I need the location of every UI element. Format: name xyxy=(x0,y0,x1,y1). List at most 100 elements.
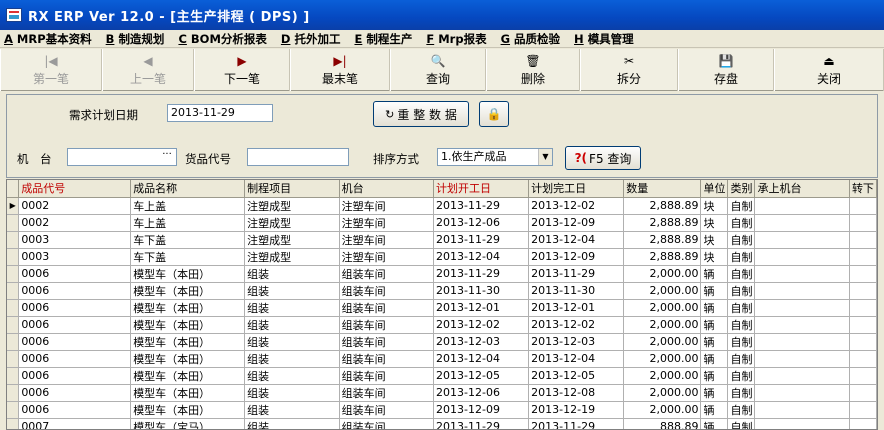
menu-item-mrp-report[interactable]: F Mrp报表 xyxy=(426,31,486,47)
table-cell[interactable]: 0006 xyxy=(18,350,132,368)
table-cell[interactable]: 注塑车间 xyxy=(339,248,435,266)
table-cell[interactable] xyxy=(754,231,850,249)
table-cell[interactable]: 2,000.00 xyxy=(623,384,702,402)
table-cell[interactable]: 2,000.00 xyxy=(623,299,702,317)
table-cell[interactable]: 自制 xyxy=(727,265,756,283)
table-row[interactable]: 0006 模型车（本田） 组装 组装车间 2013-12-01 2013-12-01 2,0… xyxy=(7,299,877,317)
table-cell[interactable]: 组装 xyxy=(244,282,340,300)
table-cell[interactable] xyxy=(849,316,877,334)
table-cell[interactable]: 辆 xyxy=(700,299,729,317)
table-cell[interactable]: 自制 xyxy=(727,299,756,317)
table-cell[interactable] xyxy=(754,248,850,266)
table-cell[interactable]: 辆 xyxy=(700,401,729,419)
table-cell[interactable] xyxy=(754,384,850,402)
chevron-down-icon[interactable]: ▼ xyxy=(538,149,552,165)
table-cell[interactable] xyxy=(754,197,850,215)
table-cell[interactable]: 0006 xyxy=(18,316,132,334)
table-cell[interactable]: 2013-12-02 xyxy=(528,197,625,215)
table-cell[interactable] xyxy=(754,367,850,385)
table-cell[interactable]: 块 xyxy=(700,197,729,215)
table-cell[interactable]: 0006 xyxy=(18,299,132,317)
table-row[interactable]: 0006 模型车（本田） 组装 组装车间 2013-12-09 2013-12-19 2,0… xyxy=(7,401,877,419)
table-cell[interactable] xyxy=(754,401,850,419)
menu-item-manufacturing-plan[interactable]: B 制造规划 xyxy=(106,31,165,47)
table-cell[interactable] xyxy=(849,401,877,419)
table-row[interactable]: 0006 模型车（本田） 组装 组装车间 2013-11-29 2013-11-29 2,0… xyxy=(7,265,877,283)
table-cell[interactable] xyxy=(849,384,877,402)
table-cell[interactable]: 模型车（本田） xyxy=(130,333,246,351)
split-button[interactable]: ✂ 拆分 xyxy=(580,49,678,91)
table-cell[interactable]: 2013-12-05 xyxy=(528,367,625,385)
table-cell[interactable]: 自制 xyxy=(727,350,756,368)
table-cell[interactable]: 辆 xyxy=(700,418,729,429)
table-cell[interactable]: 模型车（宝马） xyxy=(130,418,246,429)
table-cell[interactable]: 辆 xyxy=(700,316,729,334)
menu-item-quality-inspection[interactable]: G 品质检验 xyxy=(501,31,560,47)
table-cell[interactable]: 0002 xyxy=(18,214,132,232)
table-cell[interactable]: 组装车间 xyxy=(339,367,435,385)
close-button[interactable]: ⏏ 关闭 xyxy=(774,49,884,91)
table-cell[interactable] xyxy=(849,418,877,429)
f5-query-button[interactable]: ?( F5 查询 xyxy=(565,146,641,170)
table-cell[interactable]: 2013-12-04 xyxy=(528,231,625,249)
table-cell[interactable]: 0007 xyxy=(18,418,132,429)
table-cell[interactable]: 0006 xyxy=(18,401,132,419)
table-cell[interactable] xyxy=(849,248,877,266)
table-cell[interactable]: 辆 xyxy=(700,384,729,402)
table-cell[interactable]: 车上盖 xyxy=(130,214,246,232)
table-cell[interactable]: 自制 xyxy=(727,231,756,249)
table-row[interactable]: 0006 模型车（本田） 组装 组装车间 2013-12-04 2013-12-04 2,0… xyxy=(7,350,877,368)
table-cell[interactable]: 2,888.89 xyxy=(623,231,702,249)
table-cell[interactable]: 2013-11-29 xyxy=(433,197,530,215)
table-cell[interactable]: 2013-11-30 xyxy=(528,282,625,300)
table-cell[interactable]: 2013-12-02 xyxy=(528,316,625,334)
table-cell[interactable]: 自制 xyxy=(727,418,756,429)
table-cell[interactable]: 2013-12-03 xyxy=(433,333,530,351)
lock-button[interactable]: 🔒 xyxy=(479,101,509,127)
table-row[interactable]: 0006 模型车（本田） 组装 组装车间 2013-12-06 2013-12-08 2,0… xyxy=(7,384,877,402)
table-cell[interactable]: 块 xyxy=(700,231,729,249)
table-cell[interactable]: 0003 xyxy=(18,231,132,249)
table-cell[interactable]: 注塑车间 xyxy=(339,231,435,249)
table-cell[interactable]: 组装 xyxy=(244,350,340,368)
table-cell[interactable]: 组装 xyxy=(244,384,340,402)
table-cell[interactable]: 模型车（本田） xyxy=(130,316,246,334)
table-cell[interactable] xyxy=(849,231,877,249)
table-cell[interactable]: 组装车间 xyxy=(339,316,435,334)
table-cell[interactable]: 模型车（本田） xyxy=(130,367,246,385)
table-cell[interactable] xyxy=(849,367,877,385)
table-cell[interactable]: 2013-12-03 xyxy=(528,333,625,351)
table-row[interactable]: ▶ 0002 车上盖 注塑成型 注塑车间 2013-11-29 2013-12-02 2,88… xyxy=(7,197,877,215)
table-cell[interactable]: 注塑成型 xyxy=(244,214,340,232)
table-cell[interactable]: 组装 xyxy=(244,316,340,334)
table-cell[interactable]: 自制 xyxy=(727,401,756,419)
table-cell[interactable]: 2,888.89 xyxy=(623,214,702,232)
table-cell[interactable]: 车下盖 xyxy=(130,248,246,266)
table-cell[interactable]: 2013-12-02 xyxy=(433,316,530,334)
column-header-upstream-machine[interactable]: 承上机台 xyxy=(754,180,850,198)
table-cell[interactable]: 块 xyxy=(700,214,729,232)
column-header-plan-start[interactable]: 计划开工日 xyxy=(433,180,530,198)
delete-button[interactable]: 🗑 删除 xyxy=(486,49,580,91)
table-cell[interactable]: 自制 xyxy=(727,197,756,215)
table-row[interactable]: 0003 车下盖 注塑成型 注塑车间 2013-12-04 2013-12-09 2,888… xyxy=(7,248,877,266)
table-cell[interactable]: 2013-12-08 xyxy=(528,384,625,402)
table-cell[interactable]: 2,000.00 xyxy=(623,350,702,368)
table-cell[interactable]: 辆 xyxy=(700,265,729,283)
column-header-quantity[interactable]: 数量 xyxy=(623,180,702,198)
query-button[interactable]: 🔍 查询 xyxy=(390,49,486,91)
table-cell[interactable]: 模型车（本田） xyxy=(130,265,246,283)
table-cell[interactable]: 2,000.00 xyxy=(623,367,702,385)
table-cell[interactable]: 0006 xyxy=(18,384,132,402)
table-cell[interactable]: 模型车（本田） xyxy=(130,401,246,419)
column-header-product-code[interactable]: 成品代号 xyxy=(18,180,132,198)
table-cell[interactable]: 2013-11-29 xyxy=(433,265,530,283)
table-row[interactable]: 0002 车上盖 注塑成型 注塑车间 2013-12-06 2013-12-09 2,888… xyxy=(7,214,877,232)
table-row[interactable]: 0006 模型车（本田） 组装 组装车间 2013-11-30 2013-11-30 2,0… xyxy=(7,282,877,300)
table-cell[interactable]: 2013-12-01 xyxy=(528,299,625,317)
table-cell[interactable] xyxy=(754,350,850,368)
table-cell[interactable]: 组装车间 xyxy=(339,350,435,368)
table-cell[interactable]: 自制 xyxy=(727,248,756,266)
column-header-process[interactable]: 制程项目 xyxy=(244,180,340,198)
table-cell[interactable]: 组装 xyxy=(244,401,340,419)
